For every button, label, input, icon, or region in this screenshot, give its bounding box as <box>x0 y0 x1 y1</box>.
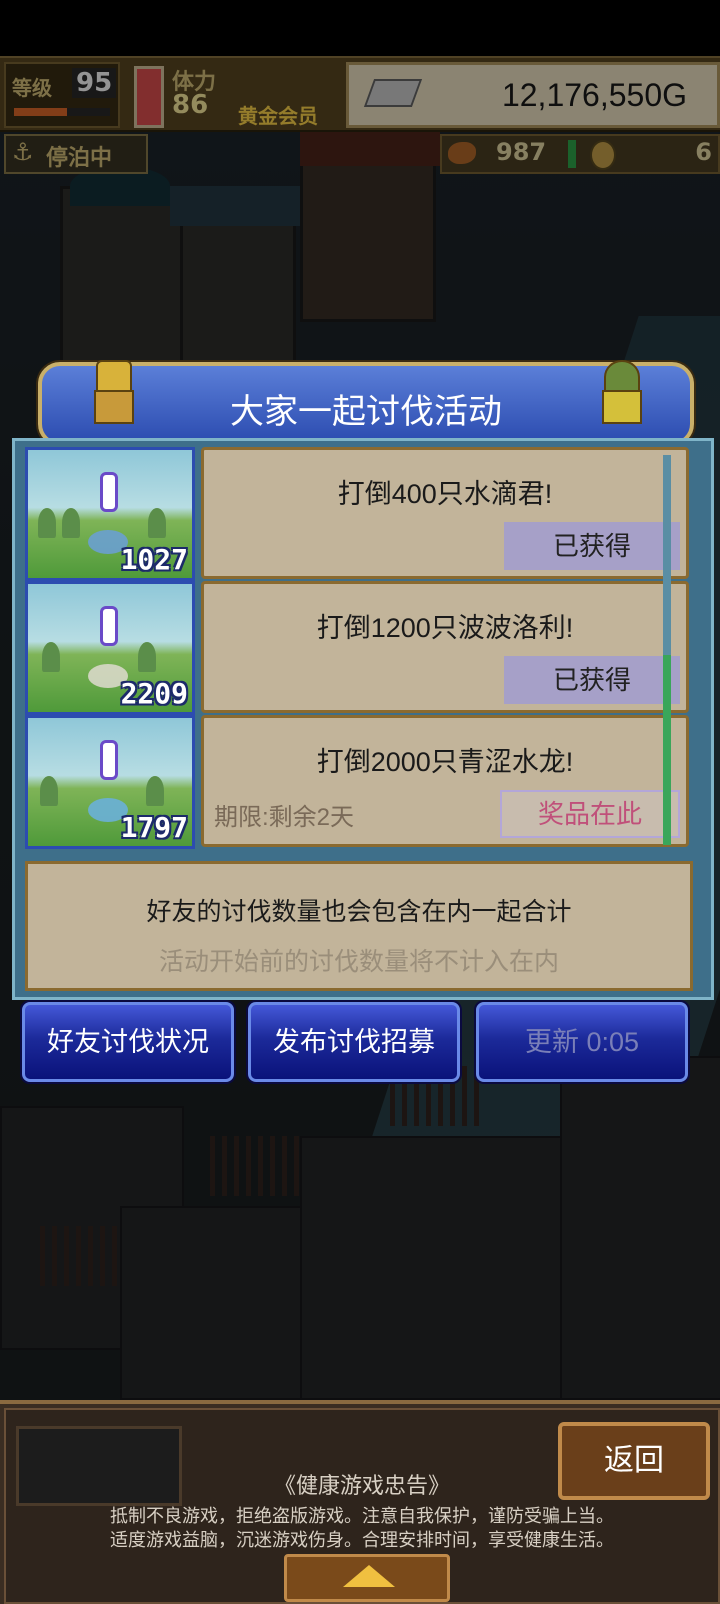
quest-item[interactable]: 1797 打倒2000只青涩水龙! 期限:剩余2天 奖品在此 <box>25 715 689 849</box>
info-sub-text: 活动开始前的讨伐数量将不计入在内 <box>158 948 559 976</box>
quest-thumbnail: 1797 <box>25 715 195 849</box>
quest-kill-count: 1797 <box>120 811 188 844</box>
quest-card: 打倒1200只波波洛利! 已获得 <box>201 581 689 713</box>
green-knight-icon <box>598 356 642 426</box>
quest-thumbnail: 2209 <box>25 581 195 715</box>
quest-title: 打倒400只水滴君! <box>337 479 553 509</box>
info-main-text: 好友的讨伐数量也会包含在内一起合计 <box>146 898 572 926</box>
up-arrow-icon <box>343 1565 395 1587</box>
quest-item[interactable]: 1027 打倒400只水滴君! 已获得 <box>25 447 689 581</box>
exclamation-icon <box>100 606 118 646</box>
info-box: 好友的讨伐数量也会包含在内一起合计 活动开始前的讨伐数量将不计入在内 <box>25 861 693 991</box>
health-advisory-line: 抵制不良游戏，拒绝盗版游戏。注意自我保护，谨防受骗上当。 <box>110 1506 614 1526</box>
quest-kill-count: 1027 <box>120 543 188 576</box>
quest-status-claimed: 已获得 <box>504 522 680 570</box>
event-panel: 1027 打倒400只水滴君! 已获得 2209 打倒1200只波波洛利! 已获… <box>12 438 714 1000</box>
quest-item[interactable]: 2209 打倒1200只波波洛利! 已获得 <box>25 581 689 715</box>
status-bar-area <box>0 0 720 56</box>
quest-card: 打倒400只水滴君! 已获得 <box>201 447 689 579</box>
refresh-button[interactable]: 更新 0:05 <box>476 1002 688 1082</box>
event-title: 大家一起讨伐活动 <box>230 393 502 431</box>
quest-title: 打倒1200只波波洛利! <box>316 613 574 643</box>
quest-title: 打倒2000只青涩水龙! <box>316 747 574 777</box>
quest-status-claimed: 已获得 <box>504 656 680 704</box>
quest-list[interactable]: 1027 打倒400只水滴君! 已获得 2209 打倒1200只波波洛利! 已获… <box>25 447 689 849</box>
health-advisory-line: 适度游戏益脑，沉迷游戏伤身。合理安排时间，享受健康生活。 <box>110 1530 614 1550</box>
exclamation-icon <box>100 740 118 780</box>
quest-thumbnail: 1027 <box>25 447 195 581</box>
post-recruit-button[interactable]: 发布讨伐招募 <box>248 1002 460 1082</box>
friends-status-button[interactable]: 好友讨伐状况 <box>22 1002 234 1082</box>
quest-card: 打倒2000只青涩水龙! 期限:剩余2天 奖品在此 <box>201 715 689 847</box>
reward-button[interactable]: 奖品在此 <box>500 790 680 838</box>
quest-scrollbar[interactable] <box>663 455 671 845</box>
expand-menu-button[interactable] <box>284 1554 450 1602</box>
health-advisory-title: 《健康游戏忠告》 <box>273 1473 450 1498</box>
bottom-bar: 返回 《健康游戏忠告》 抵制不良游戏，拒绝盗版游戏。注意自我保护，谨防受骗上当。… <box>0 1400 720 1604</box>
quest-kill-count: 2209 <box>120 677 188 710</box>
quest-deadline: 期限:剩余2天 <box>214 804 355 831</box>
scroll-thumb[interactable] <box>663 655 671 845</box>
event-header: 大家一起讨伐活动 <box>38 360 694 446</box>
exclamation-icon <box>100 472 118 512</box>
